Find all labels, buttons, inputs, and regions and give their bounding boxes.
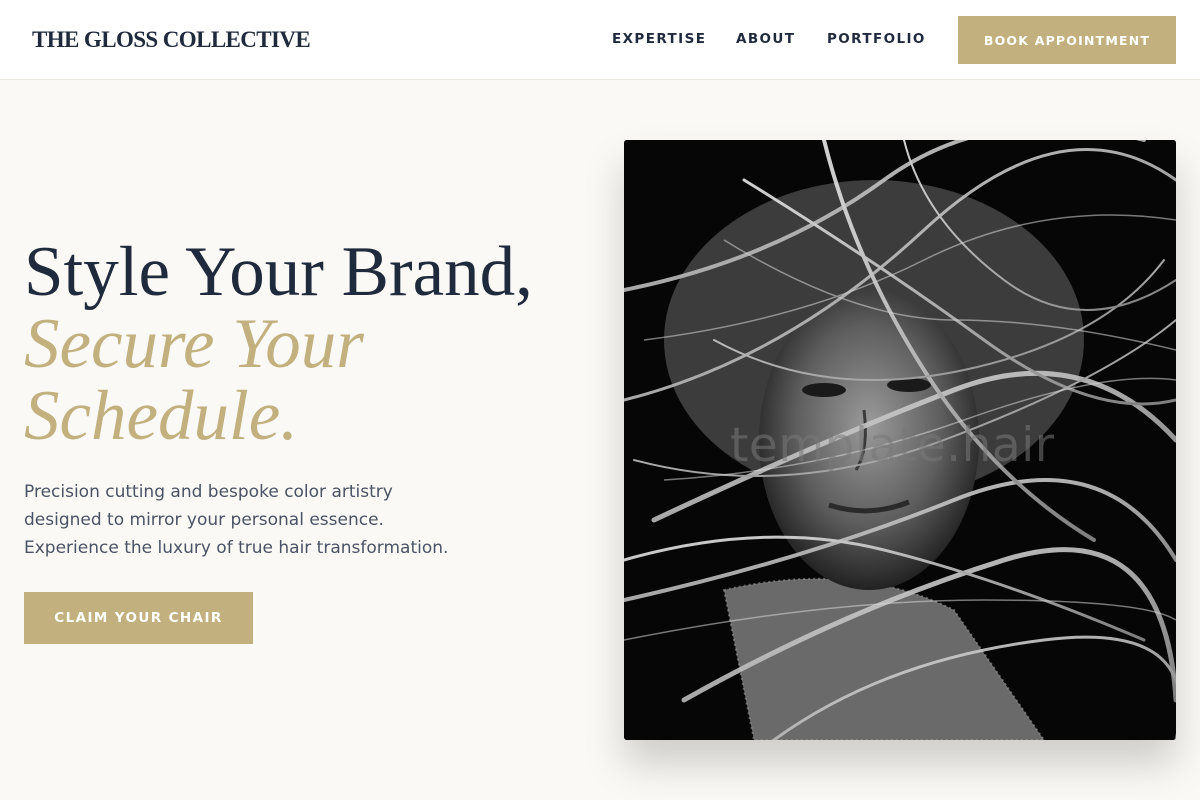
hero-title: Style Your Brand, Secure Your Schedule. bbox=[24, 236, 584, 452]
brand-logo[interactable]: THE GLOSS COLLECTIVE bbox=[32, 27, 311, 53]
site-header: THE GLOSS COLLECTIVE EXPERTISE ABOUT POR… bbox=[0, 0, 1200, 80]
hero-subtitle-line: Experience the luxury of true hair trans… bbox=[24, 538, 449, 558]
nav-link-portfolio[interactable]: PORTFOLIO bbox=[827, 31, 926, 47]
book-appointment-button[interactable]: BOOK APPOINTMENT bbox=[958, 16, 1176, 64]
photo-watermark: template.hair bbox=[730, 418, 1055, 473]
nav-link-expertise[interactable]: EXPERTISE bbox=[612, 31, 706, 47]
hero-title-line-1: Style Your Brand, bbox=[24, 233, 533, 311]
hero-subtitle: Precision cutting and bespoke color arti… bbox=[24, 478, 494, 562]
nav-link-about[interactable]: ABOUT bbox=[736, 31, 795, 47]
hero-title-line-3: Schedule. bbox=[24, 377, 299, 455]
hero-subtitle-line: designed to mirror your personal essence… bbox=[24, 510, 384, 530]
claim-your-chair-button[interactable]: CLAIM YOUR CHAIR bbox=[24, 592, 253, 644]
hero-title-line-2: Secure Your bbox=[24, 305, 364, 383]
hero-subtitle-line: Precision cutting and bespoke color arti… bbox=[24, 482, 393, 502]
hero-photo: template.hair bbox=[624, 140, 1176, 740]
